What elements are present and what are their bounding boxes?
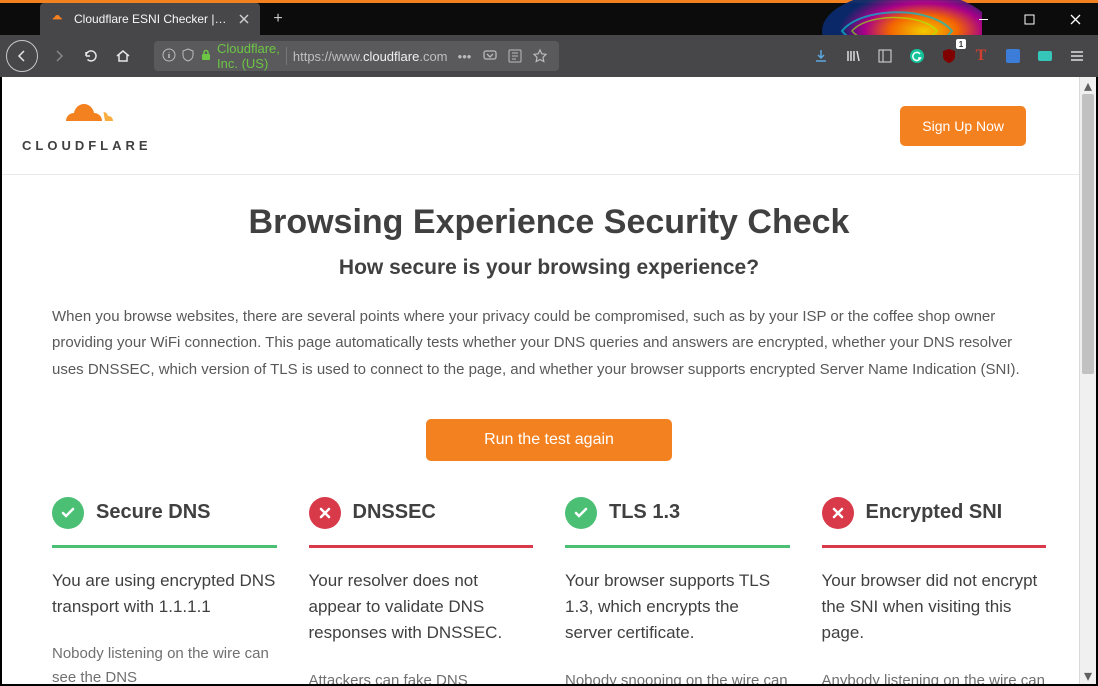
scroll-up-button[interactable]: ▴	[1080, 77, 1096, 94]
new-tab-button[interactable]: +	[264, 3, 292, 35]
card-summary: You are using encrypted DNS transport wi…	[52, 568, 277, 621]
card-divider	[52, 545, 277, 548]
page-viewport: CLOUDFLARE Sign Up Now Browsing Experien…	[2, 77, 1096, 684]
result-card: DNSSEC Your resolver does not appear to v…	[309, 497, 534, 684]
cloudflare-cloud-icon	[57, 99, 117, 134]
intro-text: When you browse websites, there are seve…	[52, 304, 1046, 383]
check-icon	[52, 497, 84, 529]
scroll-down-button[interactable]: ▾	[1080, 667, 1096, 684]
result-card: Encrypted SNI Your browser did not encryp…	[822, 497, 1047, 684]
extension-teal-icon[interactable]	[1030, 41, 1060, 71]
home-button[interactable]	[108, 41, 138, 71]
library-icon[interactable]	[838, 41, 868, 71]
card-summary: Your browser supports TLS 1.3, which enc…	[565, 568, 790, 647]
extension-blue-icon[interactable]	[998, 41, 1028, 71]
card-title: Secure DNS	[96, 501, 211, 524]
card-title: DNSSEC	[353, 501, 436, 524]
page-subtitle: How secure is your browsing experience?	[52, 256, 1046, 280]
card-title: TLS 1.3	[609, 501, 680, 524]
check-icon	[565, 497, 597, 529]
reload-button[interactable]	[76, 41, 106, 71]
card-summary: Your resolver does not appear to validat…	[309, 568, 534, 647]
downloads-icon[interactable]	[806, 41, 836, 71]
extension-ublock-icon[interactable]: 1	[934, 41, 964, 71]
cloudflare-favicon-icon	[50, 10, 66, 29]
forward-button[interactable]	[44, 41, 74, 71]
extension-grammarly-icon[interactable]	[902, 41, 932, 71]
result-card: Secure DNS You are using encrypted DNS tr…	[52, 497, 277, 684]
reader-mode-icon[interactable]	[504, 45, 526, 67]
browser-tab[interactable]: Cloudflare ESNI Checker | Clou	[40, 3, 260, 35]
info-icon[interactable]	[162, 48, 176, 65]
identity-text: Cloudflare, Inc. (US)	[217, 41, 280, 71]
address-bar[interactable]: Cloudflare, Inc. (US) https://www.cloudf…	[154, 41, 559, 71]
close-window-button[interactable]	[1052, 3, 1098, 35]
card-divider	[822, 545, 1047, 548]
cross-icon	[309, 497, 341, 529]
result-card: TLS 1.3 Your browser supports TLS 1.3, wh…	[565, 497, 790, 684]
cloudflare-logo[interactable]: CLOUDFLARE	[22, 99, 152, 153]
url-text: https://www.cloudflare.com	[293, 49, 448, 64]
card-detail: Nobody snooping on the wire can see the …	[565, 669, 790, 684]
site-header: CLOUDFLARE Sign Up Now	[2, 77, 1096, 175]
lock-icon	[200, 49, 212, 64]
cross-icon	[822, 497, 854, 529]
tab-close-icon[interactable]	[236, 11, 252, 27]
maximize-button[interactable]	[1006, 3, 1052, 35]
sidebar-icon[interactable]	[870, 41, 900, 71]
minimize-button[interactable]	[960, 3, 1006, 35]
card-detail: Nobody listening on the wire can see the…	[52, 642, 277, 684]
card-divider	[565, 545, 790, 548]
vertical-scrollbar[interactable]: ▴ ▾	[1079, 77, 1096, 684]
sign-up-button[interactable]: Sign Up Now	[900, 106, 1026, 146]
scrollbar-thumb[interactable]	[1082, 94, 1094, 374]
back-button[interactable]	[6, 40, 38, 72]
addr-divider	[286, 47, 287, 65]
card-divider	[309, 545, 534, 548]
results-row: Secure DNS You are using encrypted DNS tr…	[52, 497, 1046, 684]
pocket-icon[interactable]	[479, 45, 501, 67]
run-test-button[interactable]: Run the test again	[426, 419, 672, 461]
tab-title: Cloudflare ESNI Checker | Clou	[74, 12, 228, 26]
browser-toolbar: Cloudflare, Inc. (US) https://www.cloudf…	[0, 35, 1098, 77]
card-title: Encrypted SNI	[866, 501, 1003, 524]
hamburger-menu-icon[interactable]	[1062, 41, 1092, 71]
card-detail: Anybody listening on the wire can see th…	[822, 669, 1047, 684]
tab-strip: Cloudflare ESNI Checker | Clou +	[0, 3, 1098, 35]
extension-t-icon[interactable]: T	[966, 41, 996, 71]
bookmark-star-icon[interactable]	[529, 45, 551, 67]
page-title: Browsing Experience Security Check	[52, 203, 1046, 242]
card-summary: Your browser did not encrypt the SNI whe…	[822, 568, 1047, 647]
card-detail: Attackers can fake DNS responses for dom…	[309, 669, 534, 684]
logo-text: CLOUDFLARE	[22, 138, 152, 153]
tracking-protection-icon[interactable]	[181, 48, 195, 65]
page-actions-icon[interactable]: •••	[454, 45, 476, 67]
